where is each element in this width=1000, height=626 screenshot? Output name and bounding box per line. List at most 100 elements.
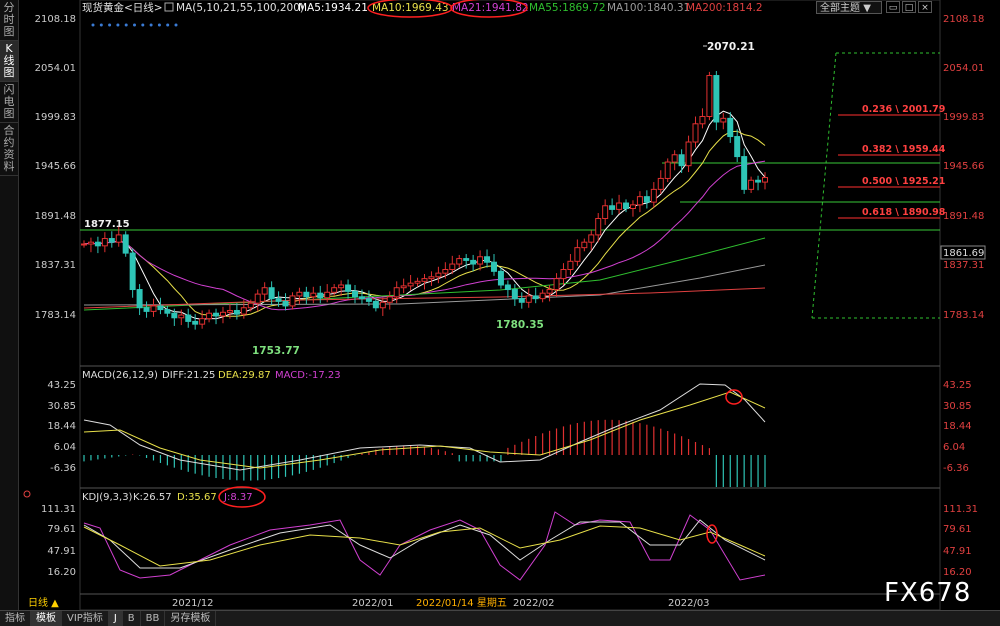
svg-text:2022/03: 2022/03 — [668, 598, 710, 609]
candle-body — [275, 298, 282, 302]
candlesticks — [81, 70, 768, 330]
event-dot — [157, 23, 161, 27]
minimize-icon[interactable]: ▭ — [886, 1, 900, 13]
tab-flash-chart[interactable]: 闪 电 图 — [0, 82, 18, 123]
candle-body — [657, 177, 664, 190]
svg-text:6.04: 6.04 — [943, 442, 965, 453]
tab-vip-indicators[interactable]: VIP指标 — [62, 611, 109, 626]
candle-body — [741, 156, 748, 190]
ma10-value: MA10:1969.43 — [372, 2, 449, 14]
candle-body — [115, 234, 122, 243]
candle-body — [247, 302, 254, 309]
watermark-logo: FX678 — [884, 578, 972, 608]
period-button[interactable]: 日线 ▲ — [28, 596, 59, 609]
tab-indicators[interactable]: 指标 — [0, 611, 31, 626]
candle-body — [650, 188, 657, 203]
svg-text:2022/01: 2022/01 — [352, 598, 394, 609]
macd-chart — [83, 383, 766, 487]
event-dot — [174, 23, 178, 27]
candle-body — [240, 307, 247, 315]
fib-0382: 0.382 \ 1959.44 — [862, 144, 946, 155]
candle-body — [581, 241, 588, 249]
candle-body — [442, 269, 449, 274]
left-tick: 1945.66 — [35, 161, 76, 172]
right-tick: 1783.14 — [943, 310, 984, 321]
kline-chart[interactable]: 现货黄金<日线> MA(5,10,21,55,100,200) MA5:1934… — [20, 0, 1000, 610]
svg-text:43.25: 43.25 — [943, 380, 972, 391]
tab-kline-chart[interactable]: K 线 图 — [0, 41, 18, 82]
right-price-axis: 2108.18 2054.01 1999.83 1945.66 1891.48 … — [943, 14, 984, 321]
right-tick: 2108.18 — [943, 14, 984, 25]
svg-text:30.85: 30.85 — [47, 401, 76, 412]
tab-b[interactable]: B — [123, 611, 141, 626]
event-dot — [91, 23, 95, 27]
candle-body — [449, 263, 456, 271]
candle-body — [324, 291, 331, 299]
fib-0236: 0.236 \ 2001.79 — [862, 104, 945, 115]
level-label: 1877.15 — [84, 219, 130, 230]
close-icon[interactable]: × — [918, 1, 932, 13]
tab-save-template[interactable]: 另存模板 — [165, 611, 217, 626]
candle-body — [178, 314, 185, 319]
candle-body — [539, 292, 546, 300]
candle-body — [755, 179, 762, 183]
event-dots — [91, 23, 178, 27]
macd-header: MACD(26,12,9) DIFF:21.25 DEA:29.87 MACD:… — [82, 370, 341, 381]
tab-time-chart[interactable]: 分 时 图 — [0, 0, 18, 41]
event-dot — [166, 23, 170, 27]
j-line — [83, 511, 766, 581]
candle-body — [595, 218, 602, 236]
candle-body — [421, 278, 428, 282]
candle-body — [463, 258, 470, 261]
candle-body — [553, 278, 560, 291]
candle-body — [706, 75, 713, 118]
right-tick: 2054.01 — [943, 63, 984, 74]
ma55-value: MA55:1869.72 — [529, 2, 606, 14]
ma21-value: MA21:1941.82 — [452, 2, 529, 14]
candle-body — [372, 300, 379, 309]
restore-icon[interactable]: □ — [902, 1, 916, 13]
svg-text:47.91: 47.91 — [943, 546, 972, 557]
candle-body — [185, 314, 192, 322]
candle-body — [268, 287, 275, 300]
date-axis: 日线 ▲ 2021/12 2022/01 2022/01/14 星期五 2022… — [28, 596, 710, 609]
svg-text:30.85: 30.85 — [943, 401, 972, 412]
candle-body — [428, 276, 435, 280]
candle-body — [602, 205, 609, 220]
candle-body — [414, 280, 421, 284]
k-line — [83, 519, 766, 569]
candle-body — [636, 196, 643, 206]
tab-j[interactable]: J — [108, 611, 123, 626]
candle-body — [101, 238, 108, 247]
macd-left-axis: 43.25 30.85 18.44 6.04 -6.36 — [47, 380, 76, 474]
candle-body — [609, 205, 616, 210]
kdj-marker-icon — [23, 490, 31, 498]
svg-text:18.44: 18.44 — [47, 421, 76, 432]
tab-contract-info[interactable]: 合 约 资 料 — [0, 123, 18, 176]
svg-text:43.25: 43.25 — [47, 380, 76, 391]
kdj-chart — [83, 511, 766, 581]
settings-icon[interactable] — [164, 2, 174, 12]
candle-body — [164, 309, 171, 314]
theme-select[interactable]: 全部主题 ▼ — [816, 1, 882, 14]
tab-bb[interactable]: BB — [141, 611, 166, 626]
tab-templates[interactable]: 模板 — [31, 611, 62, 626]
ma5-value: MA5:1934.21 — [298, 2, 368, 14]
candle-body — [303, 291, 310, 298]
candle-body — [762, 177, 768, 183]
svg-text:18.44: 18.44 — [943, 421, 972, 432]
candle-body — [623, 202, 630, 209]
kdj-header: KDJ(9,3,3) K:26.57 D:35.67 J:8.37 — [82, 492, 253, 503]
candle-body — [226, 309, 233, 313]
candle-body — [407, 282, 414, 287]
bottom-toolbar: 指标 模板 VIP指标 J B BB 另存模板 — [0, 610, 1000, 626]
candle-body — [171, 312, 178, 319]
candle-body — [365, 298, 372, 302]
candle-body — [108, 238, 115, 243]
svg-text:DIFF:21.25: DIFF:21.25 — [162, 370, 215, 381]
candle-body — [629, 204, 636, 209]
high-label: 2070.21 — [707, 41, 755, 53]
right-tick: 1999.83 — [943, 112, 984, 123]
candle-body — [504, 284, 511, 291]
candle-body — [727, 117, 734, 138]
